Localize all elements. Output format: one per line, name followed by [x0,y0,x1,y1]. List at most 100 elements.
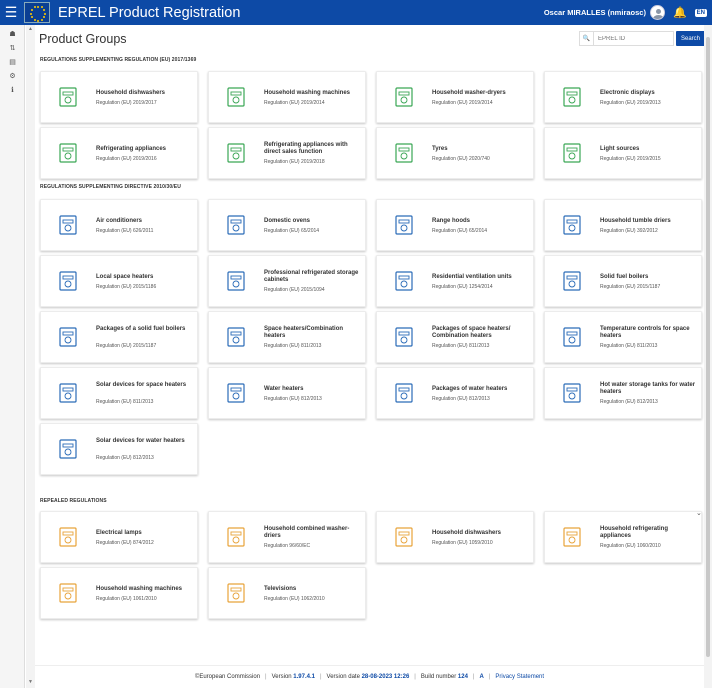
product-group-card[interactable]: Electronic displays Regulation (EU) 2019/… [544,71,702,123]
build-value: 124 [457,674,468,680]
accessibility-link[interactable]: A [479,674,483,680]
product-group-card[interactable]: Household tumble driers Regulation (EU) 3… [544,199,702,251]
chevron-down-icon[interactable]: ⌄ [696,509,702,517]
card-title: Packages of a solid fuel boilers [96,326,186,332]
product-group-card[interactable]: Solid fuel boilers Regulation (EU) 2015/1… [544,255,702,307]
left-scrollbar[interactable]: ▲ ▼ [26,25,35,688]
card-title: Household dishwashers [96,90,166,96]
card-title: Refrigerating appliances [96,146,167,152]
eu-flag-logo [24,2,50,23]
product-group-card[interactable]: Space heaters/Combination heaters Regulat… [208,311,366,363]
product-group-card[interactable]: Local space heaters Regulation (EU) 2015/… [40,255,198,307]
card-title: Household washing machines [264,90,351,96]
search-icon: 🔍 [580,32,594,45]
language-selector[interactable]: EN [694,8,707,17]
scroll-up-icon[interactable]: ▲ [28,26,33,32]
card-title: Packages of space heaters/ Combination h… [432,326,511,339]
washer-drier-icon [223,525,249,549]
card-regulation: Regulation (EU) 65/2014 [264,228,320,234]
tumble-drier-icon [559,213,585,237]
storage-tank-icon [559,381,585,405]
fridge-icon [559,525,585,549]
card-title: Packages of water heaters [432,386,508,392]
card-title: Professional refrigerated storage cabine… [264,270,359,283]
product-group-card[interactable]: Household dishwashers Regulation (EU) 201… [40,71,198,123]
product-group-card[interactable]: Professional refrigerated storage cabine… [208,255,366,307]
build-label: Build number [420,674,457,680]
app-title: EPREL Product Registration [58,4,241,21]
product-group-card[interactable]: Household washing machines Regulation (EU… [40,567,198,619]
product-group-card[interactable]: Electrical lamps Regulation (EU) 874/2012 [40,511,198,563]
product-group-card[interactable]: Tyres Regulation (EU) 2020/740 [376,127,534,179]
scroll-down-icon[interactable]: ▼ [28,679,33,685]
version-date-value: 28-08-2023 12:26 [361,674,410,680]
product-group-card[interactable]: Solar devices for space heaters Regulatio… [40,367,198,419]
calendar-icon[interactable]: ▤ [0,55,25,69]
settings-gear-icon[interactable]: ⚙ [0,69,25,83]
card-regulation: Regulation (EU) 1061/2010 [96,596,157,602]
transfer-icon[interactable]: ⇅ [0,41,25,55]
product-group-card[interactable]: Air conditioners Regulation (EU) 626/2011 [40,199,198,251]
product-group-card[interactable]: Range hoods Regulation (EU) 65/2014 [376,199,534,251]
product-group-card[interactable]: Residential ventilation units Regulation … [376,255,534,307]
product-group-card[interactable]: Household refrigerating appliances Regula… [544,511,702,563]
washer-dryer-icon [391,85,417,109]
heater-package-icon [391,325,417,349]
product-group-card[interactable]: Water heaters Regulation (EU) 812/2013 [208,367,366,419]
card-regulation: Regulation (EU) 874/2012 [96,540,154,546]
water-heater-icon [223,381,249,405]
product-group-card[interactable]: Televisions Regulation (EU) 1062/2010 [208,567,366,619]
product-group-card[interactable]: Light sources Regulation (EU) 2019/2015 [544,127,702,179]
scrollbar-thumb[interactable] [706,37,710,657]
search-button[interactable]: Search [676,31,704,46]
card-regulation: Regulation (EU) 812/2013 [264,396,322,402]
product-group-card[interactable]: Packages of a solid fuel boilers Regulati… [40,311,198,363]
hamburger-menu-icon[interactable]: ☰ [0,0,22,25]
footer: © European Commission | Version 1.97.4.1… [35,665,704,688]
product-group-card[interactable]: Packages of space heaters/ Combination h… [376,311,534,363]
privacy-link[interactable]: Privacy Statement [495,674,544,680]
product-group-card[interactable]: Household washing machines Regulation (EU… [208,71,366,123]
card-regulation: Regulation (EU) 812/2013 [96,455,154,461]
product-group-card[interactable]: Temperature controls for space heaters Re… [544,311,702,363]
product-group-card[interactable]: Domestic ovens Regulation (EU) 65/2014 [208,199,366,251]
card-regulation: Regulation (EU) 812/2013 [600,399,658,405]
card-regulation: Regulation (EU) 1060/2010 [600,543,661,549]
card-regulation: Regulation (EU) 626/2011 [96,228,154,234]
eprel-id-input[interactable] [594,35,664,42]
bell-icon[interactable]: 🔔 [673,6,687,19]
bulb-icon [559,141,585,165]
product-group-card[interactable]: Refrigerating appliances Regulation (EU) … [40,127,198,179]
product-group-card[interactable]: Household dishwashers Regulation (EU) 105… [376,511,534,563]
washing-machine-icon [223,85,249,109]
tyre-icon [391,141,417,165]
storage-cabinet-icon [223,269,249,293]
card-title: Temperature controls for space heaters [600,326,690,339]
home-icon[interactable]: ☗ [0,27,25,41]
card-title: Light sources [600,146,640,152]
product-group-card[interactable]: Household washer-dryers Regulation (EU) 2… [376,71,534,123]
card-regulation: Regulation 96/60/EC [264,543,311,549]
card-regulation: Regulation (EU) 65/2014 [432,228,488,234]
card-regulation: Regulation (EU) 392/2012 [600,228,658,234]
card-title: Space heaters/Combination heaters [264,326,344,339]
info-icon[interactable]: ℹ [0,83,25,97]
product-group-card[interactable]: Household combined washer-driers Regulati… [208,511,366,563]
card-regulation: Regulation (EU) 812/2013 [432,396,490,402]
sidebar: ☗ ⇅ ▤ ⚙ ℹ [0,25,25,688]
card-title: Household combined washer-driers [264,526,350,539]
card-title: Household refrigerating appliances [600,526,669,539]
avatar[interactable] [649,5,665,20]
product-group-card[interactable]: Hot water storage tanks for water heater… [544,367,702,419]
product-group-card[interactable]: Refrigerating appliances with direct sal… [208,127,366,179]
page-scrollbar[interactable] [704,25,712,688]
product-group-card[interactable]: Packages of water heaters Regulation (EU)… [376,367,534,419]
product-group-card[interactable]: Solar devices for water heaters Regulatio… [40,423,198,475]
display-icon [559,85,585,109]
user-name[interactable]: Oscar MIRALLES (nmiraosc) [544,8,646,17]
search-box[interactable]: 🔍 [579,31,674,46]
section-heading: REGULATIONS SUPPLEMENTING DIRECTIVE 2010… [40,184,181,190]
card-title: Tyres [432,146,448,152]
card-title: Air conditioners [96,218,143,224]
solar-water-icon [55,437,81,461]
